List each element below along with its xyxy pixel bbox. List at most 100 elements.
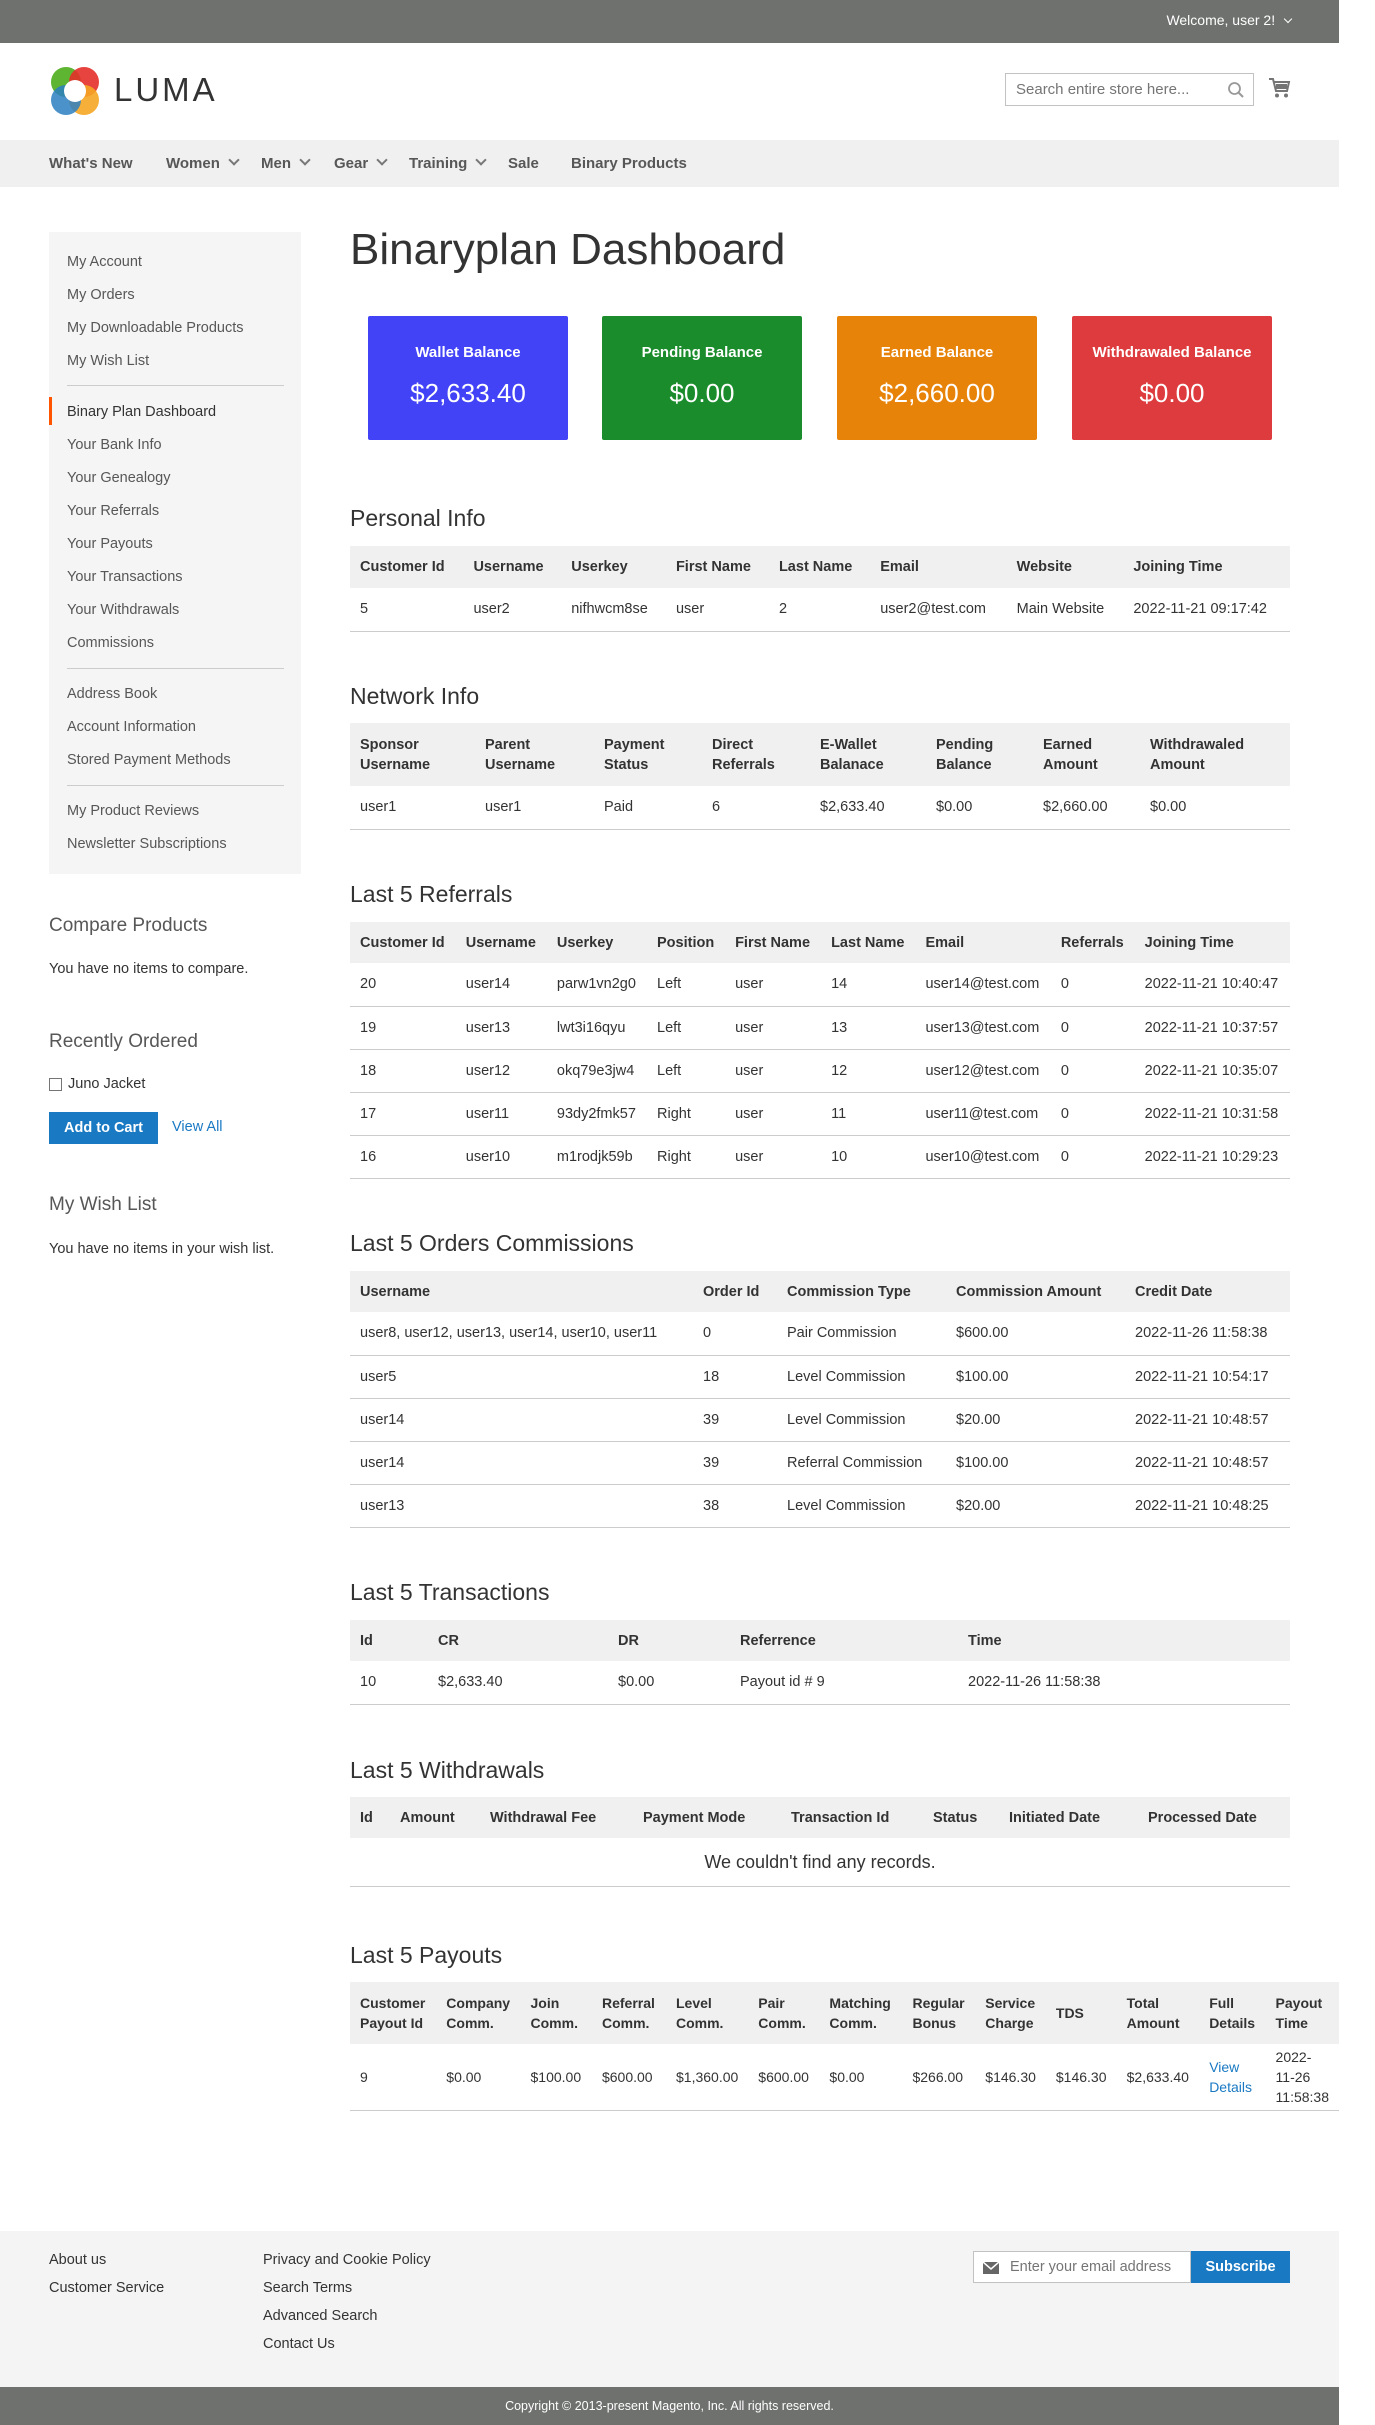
compare-title: Compare Products xyxy=(49,915,208,936)
nav-label: Women xyxy=(166,155,220,172)
card-value: $0.00 xyxy=(1139,378,1205,408)
table-cell: 6 xyxy=(702,786,810,830)
sidebar-item-payouts[interactable]: Your Payouts xyxy=(67,536,153,552)
table-header: Joining Time xyxy=(1123,546,1290,588)
sidebar-item-referrals[interactable]: Your Referrals xyxy=(67,503,159,519)
sidebar-item-genealogy[interactable]: Your Genealogy xyxy=(67,470,170,486)
table-cell: user xyxy=(725,1135,822,1179)
table-cell: $146.30 xyxy=(975,2044,1046,2111)
table-row: user1 user1 Paid 6 $2,633.40 $0.00 $2,66… xyxy=(350,786,1290,830)
sidebar-item-wish-list[interactable]: My Wish List xyxy=(67,353,149,369)
table-cell: user5 xyxy=(350,1355,693,1399)
commissions-table: Username Order Id Commission Type Commis… xyxy=(350,1271,1290,1528)
footer-link-advanced-search[interactable]: Advanced Search xyxy=(263,2308,377,2324)
table-cell: 93dy2fmk57 xyxy=(546,1092,647,1136)
empty-records-message: We couldn't find any records. xyxy=(350,1838,1290,1887)
table-cell: Left xyxy=(647,1049,726,1093)
sidebar-item-newsletter[interactable]: Newsletter Subscriptions xyxy=(67,836,227,852)
table-cell: user xyxy=(725,1092,822,1136)
table-cell: user14 xyxy=(350,1398,693,1442)
add-to-cart-button[interactable]: Add to Cart xyxy=(49,1112,158,1144)
network-info-title: Network Info xyxy=(350,683,480,709)
table-header: Full Details xyxy=(1199,1982,1266,2044)
recently-ordered-item[interactable]: Juno Jacket xyxy=(68,1076,145,1092)
sidebar-item-commissions[interactable]: Commissions xyxy=(67,635,154,651)
footer-link-search-terms[interactable]: Search Terms xyxy=(263,2280,352,2296)
table-cell: 18 xyxy=(693,1355,777,1399)
table-cell: user14 xyxy=(350,1441,693,1485)
table-cell: Payout id # 9 xyxy=(730,1661,958,1705)
nav-item-whats-new[interactable]: What's New xyxy=(49,155,133,172)
table-cell: user8, user12, user13, user14, user10, u… xyxy=(350,1312,693,1356)
sidebar-item-account-information[interactable]: Account Information xyxy=(67,719,196,735)
withdrawals-title: Last 5 Withdrawals xyxy=(350,1757,545,1783)
view-details-link[interactable]: View Details xyxy=(1209,2059,1252,2095)
table-cell: $100.00 xyxy=(946,1355,1125,1399)
card-value: $2,660.00 xyxy=(879,378,995,408)
sidebar-divider xyxy=(67,785,284,786)
table-cell: 2022-11-21 10:48:25 xyxy=(1125,1484,1290,1528)
chevron-down-icon xyxy=(475,154,488,166)
luma-logo-icon[interactable] xyxy=(49,65,101,117)
sidebar-item-transactions[interactable]: Your Transactions xyxy=(67,569,183,585)
table-header: Payment Status xyxy=(594,723,702,786)
nav-item-binary-products[interactable]: Binary Products xyxy=(571,155,687,172)
table-header: Customer Id xyxy=(350,922,456,963)
search-icon[interactable] xyxy=(1227,81,1245,99)
cart-icon[interactable] xyxy=(1268,76,1292,100)
newsletter-email-input[interactable] xyxy=(1008,2252,1188,2282)
recently-ordered-checkbox[interactable] xyxy=(49,1078,62,1091)
sidebar-item-stored-payment-methods[interactable]: Stored Payment Methods xyxy=(67,752,231,768)
table-cell: 2022-11-26 11:58:38 xyxy=(958,1661,1290,1705)
active-indicator xyxy=(49,397,52,425)
table-cell: $0.00 xyxy=(436,2044,521,2111)
table-row: 18 user12 okq79e3jw4 Left user 12 user12@test.… xyxy=(350,1049,1290,1093)
sidebar-item-address-book[interactable]: Address Book xyxy=(67,686,157,702)
sidebar-item-product-reviews[interactable]: My Product Reviews xyxy=(67,803,199,819)
table-header: E-Wallet Balanace xyxy=(810,723,926,786)
sidebar-item-withdrawals[interactable]: Your Withdrawals xyxy=(67,602,179,618)
table-header: Joining Time xyxy=(1134,922,1290,963)
table-row: user8, user12, user13, user14, user10, u… xyxy=(350,1312,1290,1356)
table-cell: 38 xyxy=(693,1484,777,1528)
view-all-link[interactable]: View All xyxy=(172,1119,223,1135)
nav-item-gear[interactable]: Gear xyxy=(334,154,388,172)
welcome-menu[interactable]: Welcome, user 2! xyxy=(1166,12,1293,28)
table-header: Email xyxy=(870,546,1007,588)
table-cell: $600.00 xyxy=(748,2044,820,2111)
table-cell: user xyxy=(725,1006,822,1050)
pending-balance-card: Pending Balance $0.00 xyxy=(602,316,802,440)
withdrawals-table: Id Amount Withdrawal Fee Payment Mode Tr… xyxy=(350,1797,1290,1887)
footer-link-contact-us[interactable]: Contact Us xyxy=(263,2336,335,2352)
sidebar-item-bank-info[interactable]: Your Bank Info xyxy=(67,437,162,453)
personal-info-table: Customer Id Username Userkey First Name … xyxy=(350,546,1290,632)
footer-link-privacy[interactable]: Privacy and Cookie Policy xyxy=(263,2252,431,2268)
top-bar: Welcome, user 2! xyxy=(0,0,1339,43)
sidebar-item-my-orders[interactable]: My Orders xyxy=(67,287,135,303)
logo-text[interactable]: LUMA xyxy=(114,71,218,109)
subscribe-button[interactable]: Subscribe xyxy=(1191,2251,1290,2283)
table-cell: View Details xyxy=(1199,2044,1266,2111)
table-cell: 12 xyxy=(821,1049,916,1093)
sidebar-item-downloadable-products[interactable]: My Downloadable Products xyxy=(67,320,244,336)
nav-item-men[interactable]: Men xyxy=(261,154,311,172)
sidebar-item-binary-plan-dashboard[interactable]: Binary Plan Dashboard xyxy=(67,404,216,420)
nav-item-training[interactable]: Training xyxy=(409,154,488,172)
table-cell: lwt3i16qyu xyxy=(546,1006,647,1050)
table-header: Referral Comm. xyxy=(591,1982,666,2044)
page-gutter xyxy=(1339,0,1375,2425)
table-cell: $2,633.40 xyxy=(1116,2044,1200,2111)
table-cell: user13 xyxy=(350,1484,693,1528)
nav-item-women[interactable]: Women xyxy=(166,154,240,172)
footer-link-customer-service[interactable]: Customer Service xyxy=(49,2280,164,2296)
table-cell: 20 xyxy=(350,963,456,1007)
sidebar-item-my-account[interactable]: My Account xyxy=(67,254,142,270)
earned-balance-card: Earned Balance $2,660.00 xyxy=(837,316,1037,440)
table-cell: 16 xyxy=(350,1135,456,1179)
table-cell: 10 xyxy=(350,1661,428,1705)
footer-link-about-us[interactable]: About us xyxy=(49,2252,106,2268)
search-input[interactable] xyxy=(1006,74,1216,105)
table-cell: user xyxy=(725,1049,822,1093)
nav-item-sale[interactable]: Sale xyxy=(508,155,539,172)
table-cell: 39 xyxy=(693,1398,777,1442)
